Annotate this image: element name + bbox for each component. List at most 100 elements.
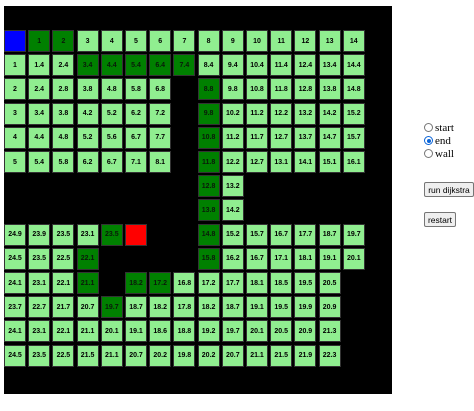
grid-cell[interactable]: 17.7 [294, 223, 317, 246]
path-cell[interactable]: 8.8 [197, 78, 220, 101]
grid-cell[interactable]: 21.1 [100, 344, 123, 367]
grid-cell[interactable]: 19.5 [270, 296, 293, 319]
grid-cell[interactable]: 20.1 [246, 320, 268, 343]
grid-cell[interactable]: 14.8 [342, 78, 365, 101]
grid-cell[interactable]: 18.1 [294, 247, 317, 270]
grid-cell[interactable]: 24.1 [4, 272, 26, 294]
grid-cell[interactable]: 16.1 [342, 151, 365, 173]
grid-cell[interactable]: 11.2 [246, 102, 268, 125]
grid-cell[interactable]: 5.8 [52, 151, 75, 173]
grid-cell[interactable]: 22.5 [52, 344, 75, 367]
wall-cell[interactable] [100, 175, 123, 198]
path-cell[interactable]: 3.4 [76, 54, 99, 77]
grid-cell[interactable]: 23.5 [28, 247, 51, 270]
grid-cell[interactable]: 2.8 [52, 78, 75, 101]
grid-cell[interactable]: 13.2 [294, 102, 317, 125]
wall-cell[interactable] [294, 199, 317, 222]
wall-cell[interactable] [246, 199, 268, 222]
wall-cell[interactable] [173, 126, 196, 149]
grid-cell[interactable]: 20.9 [294, 320, 317, 343]
grid-cell[interactable]: 16.8 [173, 272, 196, 294]
wall-cell[interactable] [52, 199, 75, 222]
grid-cell[interactable]: 5.6 [100, 126, 123, 149]
wall-cell[interactable] [28, 175, 51, 198]
wall-cell[interactable] [149, 199, 172, 222]
path-cell[interactable]: 11.8 [197, 151, 220, 173]
path-cell[interactable]: 4.4 [100, 54, 123, 77]
grid-cell[interactable]: 4 [100, 30, 123, 52]
grid-cell[interactable]: 13.1 [270, 151, 293, 173]
wall-cell[interactable] [125, 199, 147, 222]
grid-cell[interactable]: 16.2 [221, 247, 244, 270]
grid-cell[interactable]: 11.8 [270, 78, 293, 101]
grid-cell[interactable]: 6.7 [100, 151, 123, 173]
path-cell[interactable]: 7.4 [173, 54, 196, 77]
wall-cell[interactable] [76, 175, 99, 198]
grid-cell[interactable]: 15.1 [318, 151, 341, 173]
grid-cell[interactable]: 2.4 [28, 78, 51, 101]
grid-cell[interactable]: 12 [294, 30, 317, 52]
grid-cell[interactable]: 19.1 [318, 247, 341, 270]
grid-cell[interactable]: 20.7 [221, 344, 244, 367]
wall-cell[interactable] [52, 175, 75, 198]
grid-cell[interactable]: 21.7 [52, 296, 75, 319]
wall-cell[interactable] [149, 247, 172, 270]
grid-cell[interactable]: 4.4 [28, 126, 51, 149]
grid-cell[interactable]: 20.5 [270, 320, 293, 343]
grid-cell[interactable]: 17.8 [173, 296, 196, 319]
grid-cell[interactable]: 20.9 [318, 296, 341, 319]
grid-cell[interactable]: 9.8 [221, 78, 244, 101]
grid-cell[interactable]: 8.1 [149, 151, 172, 173]
path-cell[interactable]: 17.2 [149, 272, 172, 294]
wall-cell[interactable] [125, 247, 147, 270]
grid-cell[interactable]: 15.7 [246, 223, 268, 246]
grid-cell[interactable]: 20.7 [76, 296, 99, 319]
grid-cell[interactable]: 3.8 [52, 102, 75, 125]
grid-cell[interactable]: 13.2 [221, 175, 244, 198]
grid-cell[interactable]: 18.2 [197, 296, 220, 319]
path-cell[interactable]: 10.8 [197, 126, 220, 149]
grid-cell[interactable]: 23.5 [28, 344, 51, 367]
grid-cell[interactable]: 23.1 [28, 320, 51, 343]
wall-cell[interactable] [100, 199, 123, 222]
wall-cell[interactable] [149, 223, 172, 246]
restart-button[interactable]: restart [424, 212, 456, 227]
grid-cell[interactable]: 15.2 [342, 102, 365, 125]
end-cell[interactable] [125, 223, 147, 246]
wall-cell[interactable] [173, 223, 196, 246]
grid-cell[interactable]: 2 [4, 78, 26, 101]
grid-cell[interactable]: 18.5 [270, 272, 293, 294]
grid-cell[interactable]: 20.1 [342, 247, 365, 270]
grid-cell[interactable]: 20.2 [197, 344, 220, 367]
grid-cell[interactable]: 23.1 [76, 223, 99, 246]
grid-cell[interactable]: 15.7 [342, 126, 365, 149]
grid-cell[interactable]: 12.2 [270, 102, 293, 125]
grid-cell[interactable]: 17.7 [221, 272, 244, 294]
grid-cell[interactable]: 18.1 [246, 272, 268, 294]
wall-cell[interactable] [100, 272, 123, 294]
path-cell[interactable]: 5.4 [125, 54, 147, 77]
grid-cell[interactable]: 14.2 [221, 199, 244, 222]
grid-cell[interactable]: 16.7 [270, 223, 293, 246]
grid-cell[interactable]: 18.8 [173, 320, 196, 343]
grid-cell[interactable]: 5.8 [125, 78, 147, 101]
grid-cell[interactable]: 3.8 [76, 78, 99, 101]
grid-cell[interactable]: 9.4 [221, 54, 244, 77]
grid-cell[interactable]: 6.2 [125, 102, 147, 125]
grid-cell[interactable]: 15.2 [221, 223, 244, 246]
grid-cell[interactable]: 23.7 [4, 296, 26, 319]
grid-cell[interactable]: 3.4 [28, 102, 51, 125]
grid-cell[interactable]: 19.1 [246, 296, 268, 319]
grid-cell[interactable]: 23.1 [28, 272, 51, 294]
wall-cell[interactable] [342, 199, 365, 222]
grid-cell[interactable]: 24.5 [4, 247, 26, 270]
grid-cell[interactable]: 5 [4, 151, 26, 173]
grid-cell[interactable]: 13.8 [318, 78, 341, 101]
wall-cell[interactable] [318, 199, 341, 222]
grid-cell[interactable]: 18.2 [149, 296, 172, 319]
end-radio[interactable] [424, 136, 433, 145]
start-radio-label[interactable]: start [435, 122, 454, 134]
start-cell[interactable] [4, 30, 26, 52]
grid-cell[interactable]: 4 [4, 126, 26, 149]
grid-cell[interactable]: 13.4 [318, 54, 341, 77]
